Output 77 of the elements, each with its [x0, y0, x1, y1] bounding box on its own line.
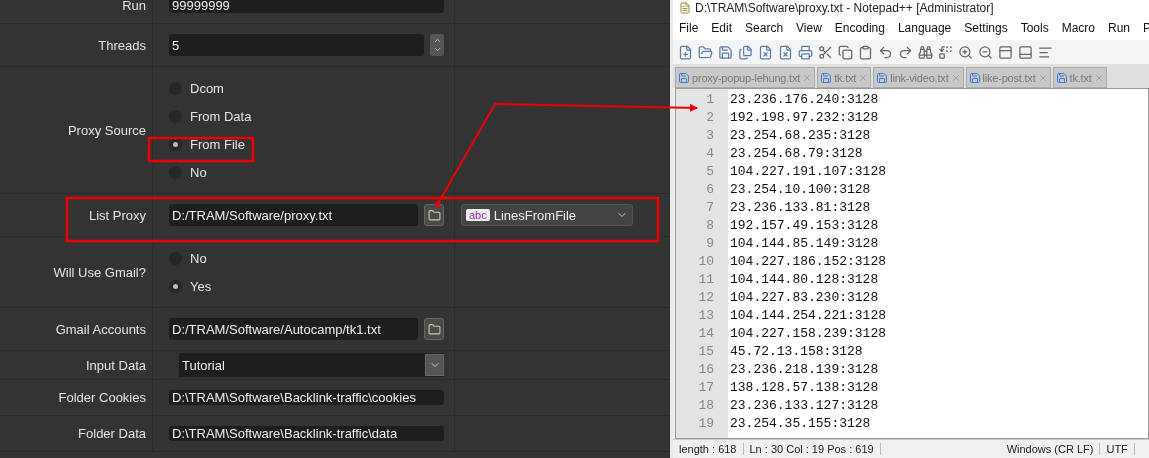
code-line: 23.236.218.139:3128 — [730, 361, 879, 379]
code-line: 104.227.83.230:3128 — [730, 289, 879, 307]
field-label: Proxy Source — [67, 122, 146, 138]
radio-label[interactable]: Yes — [190, 278, 212, 294]
menu-item[interactable]: Tools — [1020, 21, 1049, 35]
line-number: 8 — [705, 217, 715, 235]
field-label: Input Data — [86, 357, 146, 373]
code-line: 104.144.254.221:3128 — [730, 307, 887, 325]
status-text: UTF — [1100, 443, 1135, 455]
line-number: 7 — [705, 199, 715, 217]
status-text: Windows (CR LF) — [1000, 443, 1101, 455]
field-label: Will Use Gmail? — [53, 264, 146, 280]
code-line: 104.227.186.152:3128 — [730, 253, 887, 271]
type-badge: abc — [466, 209, 490, 221]
menu-item[interactable]: Settings — [964, 21, 1008, 35]
file-path-field[interactable]: D:/TRAM/Software/proxy.txt — [169, 204, 418, 226]
menu-item[interactable]: Macro — [1061, 21, 1095, 35]
line-number: 4 — [705, 145, 715, 163]
code-line: 23.236.176.240:3128 — [730, 91, 879, 109]
field-label: Gmail Accounts — [55, 321, 146, 337]
code-line: 23.254.68.235:3128 — [730, 127, 871, 145]
code-line: 192.198.97.232:3128 — [730, 109, 879, 127]
line-number: 17 — [697, 379, 715, 397]
code-line: 138.128.57.138:3128 — [730, 379, 879, 397]
dropdown[interactable]: Tutorial — [179, 353, 444, 377]
menu-item[interactable]: View — [796, 21, 822, 35]
menu-item[interactable]: Search — [745, 21, 784, 35]
menu-item[interactable]: File — [679, 21, 699, 35]
line-number: 16 — [697, 361, 715, 379]
line-number: 6 — [705, 181, 715, 199]
code-line: 23.254.10.100:3128 — [730, 181, 871, 199]
code-line: 104.227.191.107:3128 — [730, 163, 887, 181]
line-number: 15 — [697, 343, 715, 361]
code-line: 104.144.80.128:3128 — [730, 271, 879, 289]
line-number: 10 — [697, 253, 715, 271]
text-field[interactable]: 99999999 — [169, 0, 444, 13]
line-number: 5 — [705, 163, 715, 181]
status-text: Ln : 30 Col : 19 Pos : 619 — [743, 443, 881, 455]
menu-item[interactable]: Encoding — [834, 21, 885, 35]
text-field[interactable]: D:\TRAM\Software\Backlink-traffic\cookies — [169, 390, 444, 405]
menu-item[interactable]: Edit — [711, 21, 733, 35]
line-number: 18 — [697, 397, 715, 415]
line-number: 19 — [697, 415, 715, 433]
code-line: 104.227.158.239:3128 — [730, 325, 887, 343]
code-line: 23.254.35.155:3128 — [730, 415, 871, 433]
field-label: Folder Cookies — [58, 390, 146, 405]
code-line: 23.236.133.127:3128 — [730, 397, 879, 415]
line-number: 1 — [705, 91, 715, 109]
text-field[interactable]: D:\TRAM\Software\Backlink-traffic\data — [169, 426, 444, 441]
radio-label[interactable]: No — [190, 250, 207, 266]
radio-label[interactable]: From Data — [190, 108, 252, 124]
radio-label[interactable]: From File — [190, 136, 245, 152]
number-field[interactable]: 5 — [169, 34, 424, 56]
file-path-field[interactable]: D:/TRAM/Software/Autocamp/tk1.txt — [169, 318, 418, 340]
radio-label[interactable]: No — [190, 164, 207, 180]
field-label: Threads — [98, 37, 146, 53]
line-number: 11 — [697, 271, 715, 289]
code-line: 104.144.85.149:3128 — [730, 235, 879, 253]
code-line: 23.236.133.81:3128 — [730, 199, 871, 217]
code-line: 23.254.68.79:3128 — [730, 145, 863, 163]
line-number: 9 — [705, 235, 715, 253]
line-number: 12 — [697, 289, 715, 307]
line-number: 13 — [697, 307, 715, 325]
code-line: 192.157.49.153:3128 — [730, 217, 879, 235]
menu-item[interactable]: Run — [1108, 21, 1131, 35]
field-label: Folder Data — [78, 426, 146, 441]
line-number: 2 — [705, 109, 715, 127]
type-dropdown[interactable]: abc LinesFromFile — [461, 204, 633, 226]
radio-label[interactable]: Dcom — [190, 80, 224, 96]
field-label: Run — [122, 0, 146, 13]
field-label: List Proxy — [88, 207, 146, 223]
window-title: D:\TRAM\Software\proxy.txt - Notepad++ [Administrator] — [695, 1, 994, 15]
code-line: 45.72.13.158:3128 — [730, 343, 863, 361]
menu-item[interactable]: Language — [897, 21, 952, 35]
line-number: 14 — [697, 325, 715, 343]
line-number: 3 — [705, 127, 715, 145]
status-text: length : 618 — [673, 443, 744, 455]
